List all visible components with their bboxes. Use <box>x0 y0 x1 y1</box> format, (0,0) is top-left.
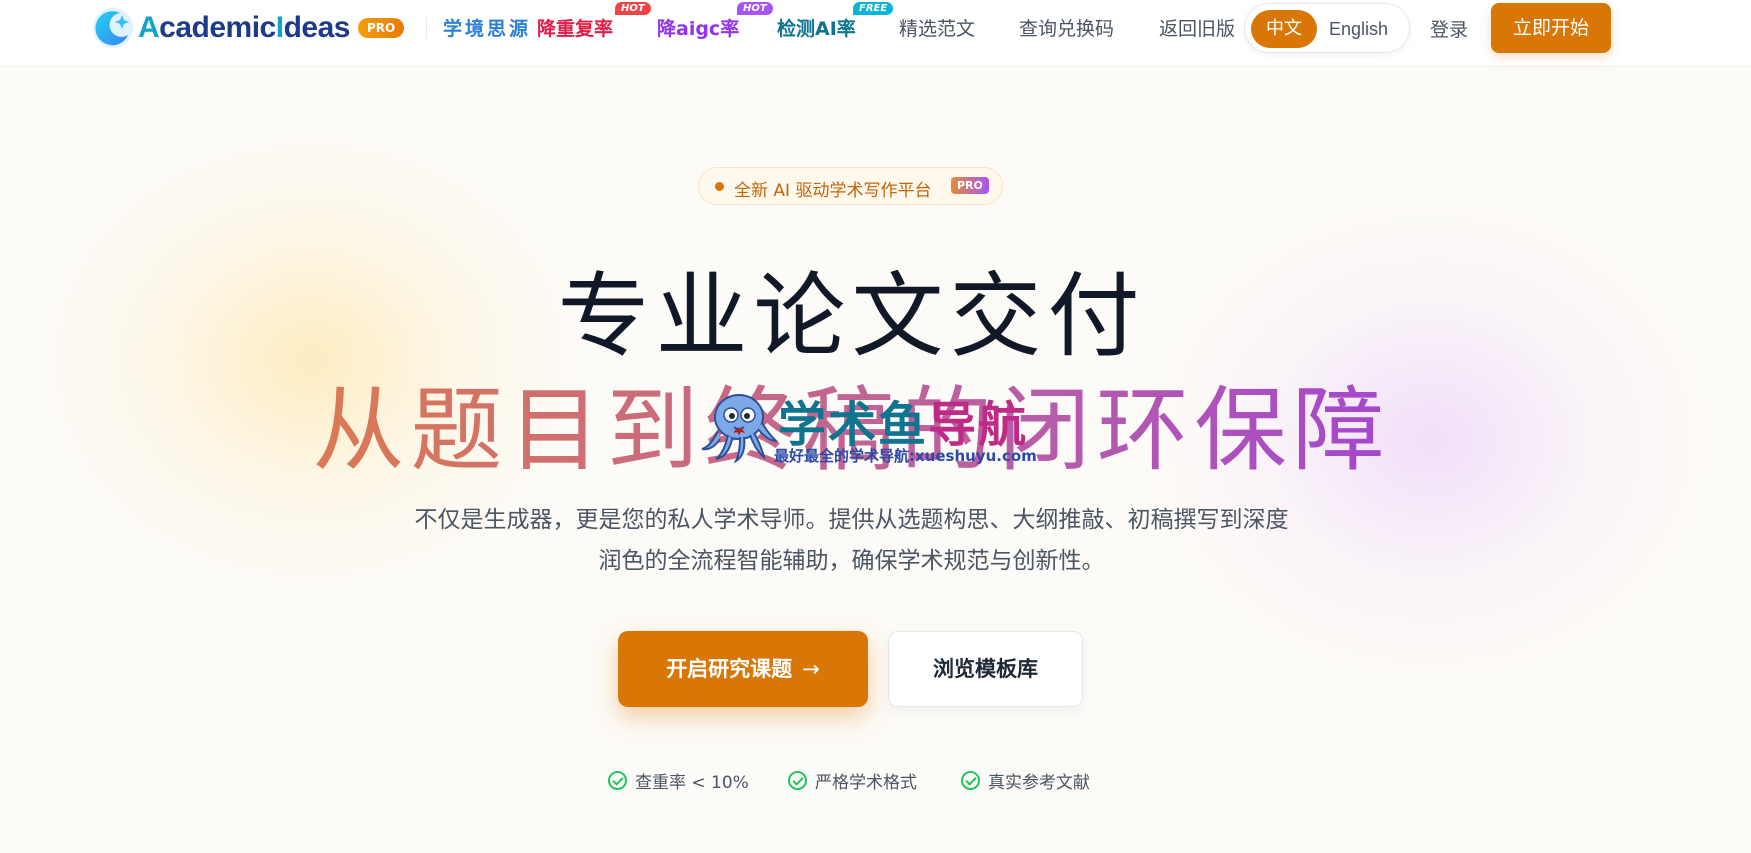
badge-dot-icon <box>715 182 724 191</box>
badge-text: 全新 AI 驱动学术写作平台 <box>734 181 932 201</box>
top-nav: AcademicIdeas PRO 学境思源 降重复率 HOT 降aigc率 H… <box>0 0 1751 67</box>
feature-item: 严格学术格式 <box>788 768 917 793</box>
start-research-button[interactable]: 开启研究课题 → <box>618 631 868 707</box>
hot-tag: HOT <box>615 2 651 15</box>
nav-link-redeem-code[interactable]: 查询兑换码 <box>1019 14 1114 41</box>
browse-templates-button[interactable]: 浏览模板库 <box>888 631 1083 707</box>
nav-link-reduce-aigc[interactable]: 降aigc率 HOT <box>657 2 773 41</box>
check-circle-icon <box>608 771 627 790</box>
nav-divider <box>426 17 427 39</box>
arrow-right-icon: → <box>802 657 820 681</box>
feature-item: 查重率 < 10% <box>608 768 749 793</box>
watermark-subtitle: 最好最全的学术导航:xueshuyu.com <box>774 447 1037 465</box>
badge-pro-tag: PRO <box>951 177 989 194</box>
check-circle-icon <box>961 771 980 790</box>
check-circle-icon <box>788 771 807 790</box>
octopus-mascot-icon <box>701 394 778 463</box>
start-now-button[interactable]: 立即开始 <box>1491 3 1611 53</box>
hero-description: 不仅是生成器，更是您的私人学术导师。提供从选题构思、大纲推敲、初稿撰写到深度 润… <box>414 507 1289 574</box>
feature-item: 真实参考文献 <box>961 768 1090 793</box>
nav-link-featured-samples[interactable]: 精选范文 <box>899 14 975 41</box>
hot-tag: HOT <box>737 2 773 15</box>
lang-option-zh[interactable]: 中文 <box>1251 10 1317 48</box>
nav-link-detect-ai[interactable]: 检测AI率 FREE <box>777 2 894 41</box>
logo-icon <box>93 8 133 48</box>
language-switcher: 中文 English <box>1244 3 1410 53</box>
nav-link-old-version[interactable]: 返回旧版 <box>1159 14 1235 41</box>
nav-link-reduce-duplicate[interactable]: 降重复率 HOT <box>537 2 651 41</box>
free-tag: FREE <box>853 2 894 15</box>
site-logo[interactable]: AcademicIdeas PRO <box>90 4 405 52</box>
logo-text: AcademicIdeas <box>138 11 350 44</box>
lang-option-en[interactable]: English <box>1329 10 1388 48</box>
watermark: 学术鱼导航 最好最全的学术导航:xueshuyu.com <box>700 385 1060 465</box>
hero-badge: 全新 AI 驱动学术写作平台 PRO <box>698 167 1003 205</box>
nav-link-xuejing[interactable]: 学境思源 <box>443 14 531 41</box>
login-link[interactable]: 登录 <box>1430 15 1468 42</box>
logo-pro-badge: PRO <box>357 18 405 38</box>
